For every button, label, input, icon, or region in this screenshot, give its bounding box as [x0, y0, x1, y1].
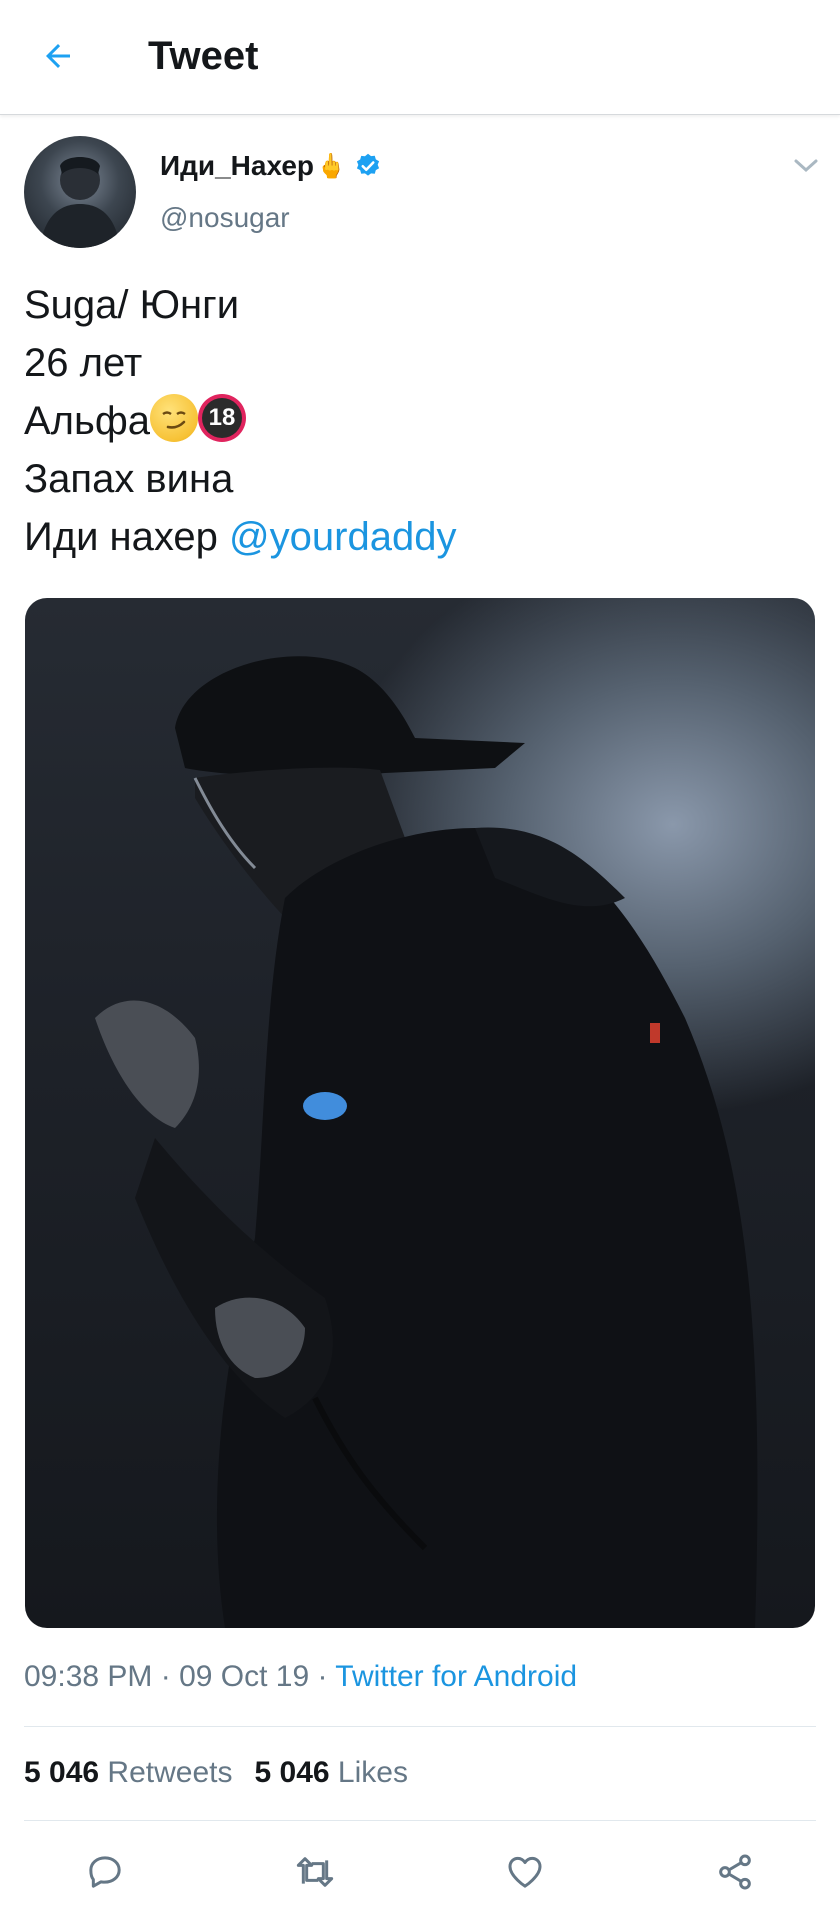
verified-badge-icon [354, 152, 382, 180]
tweet-text: Suga/ Юнги 26 лет Альфа 18 Запах вина Иди… [24, 276, 804, 566]
chevron-down-icon [794, 159, 818, 173]
share-icon [719, 1854, 751, 1890]
back-arrow-icon [46, 44, 70, 68]
tweet-line: Запах вина [24, 457, 234, 501]
avatar[interactable] [24, 136, 136, 248]
badge-text: 18 [208, 404, 236, 431]
likes-count: 5 046 [254, 1756, 330, 1789]
tweet-line: Иди нахер @yourdaddy [24, 508, 804, 566]
meta-separator: · [309, 1660, 336, 1693]
tweet-line-text: Альфа [24, 399, 151, 443]
retweets-stat[interactable]: 5 046 Retweets [24, 1756, 232, 1789]
mention-link[interactable]: @yourdaddy [229, 515, 456, 559]
display-name[interactable]: Иди_Нахер 🖕 [160, 150, 382, 182]
tweet-line: Альфа 18 [24, 392, 804, 450]
like-button[interactable] [501, 1848, 549, 1896]
back-button[interactable] [34, 30, 82, 82]
tweet-action-bar [0, 1840, 840, 1900]
likes-stat[interactable]: 5 046 Likes [254, 1756, 407, 1789]
user-handle[interactable]: @nosugar [160, 202, 290, 234]
display-name-text: Иди_Нахер [160, 150, 315, 181]
tweet-line: Suga/ Юнги [24, 283, 240, 327]
retweet-button[interactable] [291, 1848, 339, 1896]
tweet-menu-button[interactable] [790, 152, 822, 180]
heart-icon [508, 1856, 542, 1888]
reply-button[interactable] [81, 1848, 129, 1896]
retweets-count: 5 046 [24, 1756, 100, 1789]
reply-icon [89, 1856, 121, 1888]
tweet-date: 09 Oct 19 [179, 1660, 310, 1693]
tweet-photo[interactable] [25, 598, 815, 1628]
retweets-label: Retweets [107, 1756, 233, 1789]
tweet-source-link[interactable]: Twitter for Android [335, 1660, 577, 1693]
photo-content [95, 656, 758, 1628]
tweet-time: 09:38 PM [24, 1660, 153, 1693]
divider [24, 1820, 816, 1821]
likes-label: Likes [337, 1756, 408, 1789]
top-app-bar: Tweet [0, 0, 840, 115]
tweet-stats: 5 046 Retweets 5 046 Likes [24, 1756, 408, 1790]
avatar-image [40, 157, 120, 248]
divider [24, 1726, 816, 1727]
share-button[interactable] [711, 1848, 759, 1896]
tweet-meta: 09:38 PM · 09 Oct 19 · Twitter for Andro… [24, 1660, 577, 1694]
page-title: Tweet [148, 34, 259, 78]
retweet-icon [296, 1857, 334, 1887]
tweet-line-text: Иди нахер [24, 515, 230, 559]
no-under-18-icon: 18 [198, 394, 247, 442]
name-emoji: 🖕 [316, 152, 346, 180]
smirk-emoji-icon [150, 394, 199, 442]
tweet-line: 26 лет [24, 341, 143, 385]
meta-separator: · [152, 1660, 180, 1693]
